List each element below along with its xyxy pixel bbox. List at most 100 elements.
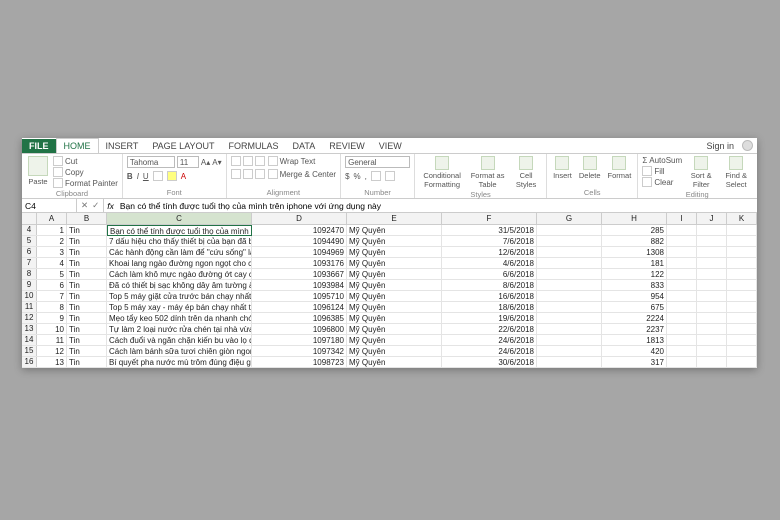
cell[interactable]: Tin: [67, 335, 107, 346]
col-header[interactable]: H: [602, 213, 667, 224]
cell[interactable]: [537, 236, 602, 247]
cell[interactable]: [537, 247, 602, 258]
cell[interactable]: 1096124: [252, 302, 347, 313]
clear-button[interactable]: Clear: [642, 177, 682, 187]
cell[interactable]: Mẹo tẩy keo 502 dính trên da nhanh chóng: [107, 313, 252, 324]
tab-formulas[interactable]: FORMULAS: [222, 139, 286, 153]
cell[interactable]: 3: [37, 247, 67, 258]
cell[interactable]: Mỹ Quyên: [347, 357, 442, 368]
cell[interactable]: 6: [37, 280, 67, 291]
delete-button[interactable]: Delete: [577, 156, 603, 180]
cell[interactable]: 4/6/2018: [442, 258, 537, 269]
cell[interactable]: [697, 346, 727, 357]
cell[interactable]: Mỹ Quyên: [347, 247, 442, 258]
cell[interactable]: [667, 313, 697, 324]
cell[interactable]: 8: [37, 302, 67, 313]
bold-button[interactable]: B: [127, 172, 133, 181]
cell[interactable]: 22/6/2018: [442, 324, 537, 335]
format-painter-button[interactable]: Format Painter: [53, 178, 118, 188]
cell[interactable]: Tin: [67, 357, 107, 368]
col-header[interactable]: C: [107, 213, 252, 224]
cell[interactable]: Mỹ Quyên: [347, 225, 442, 236]
cell[interactable]: 7: [37, 291, 67, 302]
col-header[interactable]: J: [697, 213, 727, 224]
tab-insert[interactable]: INSERT: [99, 139, 146, 153]
cell[interactable]: Mỹ Quyên: [347, 302, 442, 313]
cell[interactable]: [667, 236, 697, 247]
cell[interactable]: Bí quyết pha nước mù trôm đúng điệu giúp: [107, 357, 252, 368]
row-header[interactable]: 11: [22, 302, 37, 312]
cell[interactable]: [667, 324, 697, 335]
cell[interactable]: [537, 335, 602, 346]
cell[interactable]: 16/6/2018: [442, 291, 537, 302]
sign-in-link[interactable]: Sign in: [700, 139, 740, 153]
cell[interactable]: [537, 225, 602, 236]
format-button[interactable]: Format: [606, 156, 634, 180]
cell[interactable]: 1097342: [252, 346, 347, 357]
cell[interactable]: [727, 302, 757, 313]
cell[interactable]: Top 5 máy giặt cửa trước bán chạy nhất t…: [107, 291, 252, 302]
cell[interactable]: 13: [37, 357, 67, 368]
cell[interactable]: 10: [37, 324, 67, 335]
cell[interactable]: Top 5 máy xay - máy ép bán chạy nhất thá: [107, 302, 252, 313]
cell[interactable]: Tin: [67, 302, 107, 313]
cell[interactable]: [667, 335, 697, 346]
avatar-icon[interactable]: [742, 140, 753, 151]
cell[interactable]: 1093176: [252, 258, 347, 269]
cell[interactable]: 1097180: [252, 335, 347, 346]
cell[interactable]: [697, 313, 727, 324]
row-header[interactable]: 15: [22, 346, 37, 356]
cell[interactable]: 1308: [602, 247, 667, 258]
cell[interactable]: 954: [602, 291, 667, 302]
cell[interactable]: 1096385: [252, 313, 347, 324]
cell[interactable]: [727, 280, 757, 291]
row-header[interactable]: 10: [22, 291, 37, 301]
cell[interactable]: [727, 258, 757, 269]
border-button[interactable]: [153, 171, 163, 181]
cell[interactable]: Tin: [67, 225, 107, 236]
comma-icon[interactable]: ,: [365, 172, 367, 181]
cell[interactable]: 833: [602, 280, 667, 291]
cell[interactable]: [667, 269, 697, 280]
cell[interactable]: 1094490: [252, 236, 347, 247]
cell[interactable]: Mỹ Quyên: [347, 346, 442, 357]
align-top-icon[interactable]: [231, 156, 241, 166]
currency-icon[interactable]: $: [345, 172, 349, 181]
wrap-text-button[interactable]: Wrap Text: [268, 156, 336, 166]
cell[interactable]: [667, 280, 697, 291]
merge-center-button[interactable]: Merge & Center: [268, 169, 336, 179]
cell[interactable]: 31/5/2018: [442, 225, 537, 236]
cell[interactable]: [697, 236, 727, 247]
tab-file[interactable]: FILE: [22, 139, 56, 153]
select-all-corner[interactable]: [22, 213, 37, 224]
cell[interactable]: Tin: [67, 324, 107, 335]
cell[interactable]: 317: [602, 357, 667, 368]
percent-icon[interactable]: %: [354, 172, 361, 181]
cell[interactable]: Tin: [67, 346, 107, 357]
cell[interactable]: 7/6/2018: [442, 236, 537, 247]
row-header[interactable]: 12: [22, 313, 37, 323]
cell[interactable]: [697, 357, 727, 368]
cell[interactable]: 2: [37, 236, 67, 247]
cell[interactable]: 24/6/2018: [442, 346, 537, 357]
col-header[interactable]: G: [537, 213, 602, 224]
cell[interactable]: [727, 247, 757, 258]
cell[interactable]: 675: [602, 302, 667, 313]
row-header[interactable]: 7: [22, 258, 37, 268]
cut-button[interactable]: Cut: [53, 156, 118, 166]
cell[interactable]: Tin: [67, 236, 107, 247]
cell[interactable]: [667, 346, 697, 357]
cell[interactable]: [667, 302, 697, 313]
cell[interactable]: Tin: [67, 313, 107, 324]
cell[interactable]: Mỹ Quyên: [347, 291, 442, 302]
cell[interactable]: Mỹ Quyên: [347, 313, 442, 324]
cell[interactable]: Mỹ Quyên: [347, 324, 442, 335]
fill-color-button[interactable]: [167, 171, 177, 181]
cell[interactable]: Đã có thiết bị sạc không dây âm tường ấp…: [107, 280, 252, 291]
cell[interactable]: 2237: [602, 324, 667, 335]
cell[interactable]: [537, 291, 602, 302]
cell[interactable]: Tin: [67, 291, 107, 302]
cell[interactable]: 9: [37, 313, 67, 324]
cell[interactable]: 1: [37, 225, 67, 236]
cell[interactable]: [667, 357, 697, 368]
